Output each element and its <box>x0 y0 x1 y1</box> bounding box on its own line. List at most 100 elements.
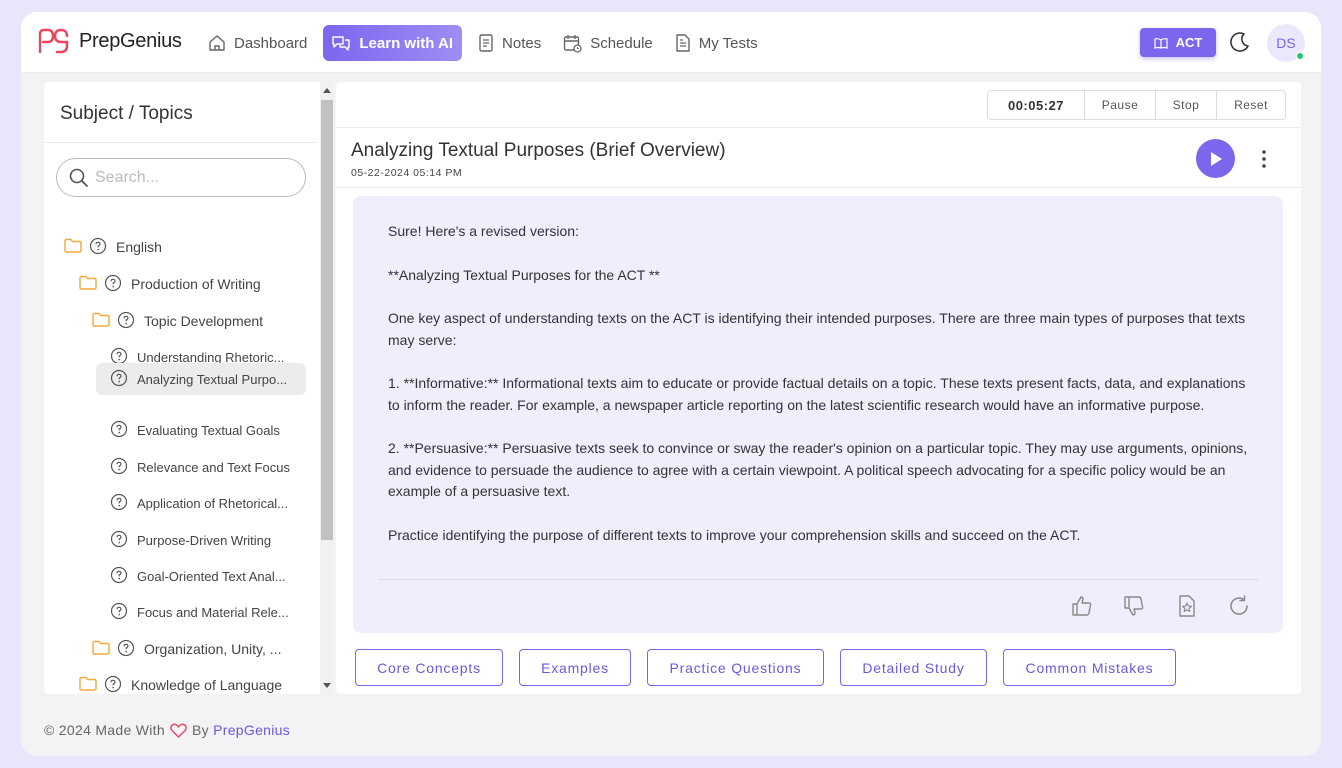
footer-brand-link[interactable]: PrepGenius <box>213 722 290 738</box>
topic-search <box>56 158 306 197</box>
tree-folder[interactable]: Topic Development <box>92 305 332 337</box>
brand-name: PrepGenius <box>79 29 182 52</box>
ai-response-text: Sure! Here's a revised version: **Analyz… <box>388 221 1258 568</box>
question-circle-icon <box>89 237 107 258</box>
folder-icon <box>92 640 110 658</box>
tree-folder[interactable]: Organization, Unity, ... <box>92 633 302 665</box>
scroll-up-arrow[interactable] <box>323 88 331 93</box>
nav-label: My Tests <box>698 34 758 52</box>
ai-response-card: Sure! Here's a revised version: **Analyz… <box>353 196 1283 633</box>
thumbs-up-button[interactable] <box>1070 594 1094 623</box>
stop-button[interactable]: Stop <box>1155 91 1216 119</box>
star-document-icon <box>1179 595 1195 617</box>
response-paragraph: One key aspect of understanding texts on… <box>388 310 1246 348</box>
tree-item-label: Focus and Material Rele... <box>137 604 289 620</box>
divider <box>336 187 1301 188</box>
nav-label: Dashboard <box>234 34 308 52</box>
nav-label: Learn with AI <box>359 34 454 52</box>
response-paragraph: Practice identifying the purpose of diff… <box>388 526 1081 543</box>
thumbs-up-icon <box>1072 596 1092 616</box>
page-footer: © 2024 Made With By PrepGenius <box>44 722 290 738</box>
topics-sidebar: Subject / Topics English Production of Wr… <box>44 82 334 694</box>
document-title: Analyzing Textual Purposes (Brief Overvi… <box>351 140 726 161</box>
moon-icon <box>1230 32 1249 52</box>
question-circle-icon <box>104 675 122 695</box>
tree-topic[interactable]: Focus and Material Rele... <box>110 596 306 628</box>
chat-icon <box>332 36 351 51</box>
tree-item-label: English <box>116 239 162 255</box>
exam-select-button[interactable]: ACT <box>1140 28 1216 57</box>
prepgenius-logo-icon <box>38 28 69 54</box>
nav-dashboard[interactable]: Dashboard <box>202 25 313 61</box>
nav-notes[interactable]: Notes <box>472 25 547 61</box>
top-header: PrepGenius Dashboard Learn with AI Notes… <box>21 12 1321 73</box>
chip-examples[interactable]: Examples <box>519 649 631 686</box>
sidebar-scrollbar[interactable] <box>320 82 334 694</box>
tree-topic[interactable]: Application of Rhetorical... <box>110 487 306 519</box>
tree-topic[interactable]: Purpose-Driven Writing <box>110 524 306 556</box>
play-audio-button[interactable] <box>1196 139 1235 178</box>
tree-item-label: Production of Writing <box>131 276 261 292</box>
question-circle-icon <box>110 493 128 514</box>
timer-value: 00:05:27 <box>1007 97 1065 113</box>
tree-item-label: Knowledge of Language <box>131 677 283 693</box>
save-note-button[interactable] <box>1175 594 1199 623</box>
regenerate-button[interactable] <box>1227 594 1251 623</box>
folder-icon <box>64 238 82 256</box>
search-input[interactable] <box>95 168 285 187</box>
online-status-dot <box>1296 52 1304 60</box>
response-paragraph: 1. **Informative:** Informational texts … <box>388 375 1246 413</box>
question-circle-icon <box>110 530 128 551</box>
tree-folder[interactable]: English <box>64 231 304 263</box>
question-circle-icon <box>117 639 135 660</box>
app-window: PrepGenius Dashboard Learn with AI Notes… <box>21 12 1321 756</box>
nav-my-tests[interactable]: My Tests <box>669 25 764 61</box>
book-icon <box>1154 37 1168 49</box>
more-options-button[interactable] <box>1261 149 1267 174</box>
tree-item-label: Application of Rhetorical... <box>137 495 289 511</box>
dark-mode-toggle[interactable] <box>1229 31 1251 58</box>
chip-detailed-study[interactable]: Detailed Study <box>840 649 987 686</box>
tree-topic[interactable]: Goal-Oriented Text Anal... <box>110 560 306 592</box>
footer-by: By <box>191 722 209 738</box>
sidebar-title: Subject / Topics <box>60 103 193 124</box>
folder-icon <box>92 312 110 330</box>
folder-icon <box>79 676 97 694</box>
divider <box>378 579 1258 580</box>
tree-item-label: Relevance and Text Focus <box>137 459 290 475</box>
kebab-menu-icon <box>1262 150 1266 168</box>
tree-folder[interactable]: Knowledge of Language <box>79 669 319 694</box>
follow-up-chips: Core Concepts Examples Practice Question… <box>355 649 1192 686</box>
notes-icon <box>479 34 493 52</box>
scrollbar-thumb[interactable] <box>321 100 333 540</box>
thumbs-down-button[interactable] <box>1122 594 1146 623</box>
question-circle-icon <box>110 369 128 390</box>
tree-item-label: Goal-Oriented Text Anal... <box>137 568 286 584</box>
nav-learn-with-ai[interactable]: Learn with AI <box>323 25 463 61</box>
response-paragraph: Sure! Here's a revised version: <box>388 223 579 239</box>
user-avatar[interactable]: DS <box>1267 24 1305 62</box>
chip-common-mistakes[interactable]: Common Mistakes <box>1003 649 1176 686</box>
question-circle-icon <box>110 420 128 441</box>
chip-practice-questions[interactable]: Practice Questions <box>647 649 824 686</box>
tree-topic[interactable]: Evaluating Textual Goals <box>110 414 306 446</box>
main-nav: Dashboard Learn with AI Notes Schedule M… <box>202 25 774 61</box>
search-icon <box>69 168 88 187</box>
chip-core-concepts[interactable]: Core Concepts <box>355 649 503 686</box>
pause-button[interactable]: Pause <box>1084 91 1155 119</box>
document-date: 05-22-2024 05:14 PM <box>351 167 463 179</box>
tree-topic[interactable]: Analyzing Textual Purpo... <box>96 363 306 395</box>
nav-label: Notes <box>502 34 542 52</box>
tree-item-label: Evaluating Textual Goals <box>137 422 280 438</box>
tree-item-label: Organization, Unity, ... <box>144 641 282 657</box>
brand-logo[interactable]: PrepGenius <box>38 28 182 54</box>
tree-topic[interactable]: Relevance and Text Focus <box>110 451 306 483</box>
avatar-initials: DS <box>1276 35 1296 51</box>
tree-item-label: Analyzing Textual Purpo... <box>137 371 288 387</box>
scroll-down-arrow[interactable] <box>323 683 331 688</box>
folder-icon <box>79 275 97 293</box>
nav-schedule[interactable]: Schedule <box>557 25 659 61</box>
question-circle-icon <box>110 602 128 623</box>
reset-button[interactable]: Reset <box>1216 91 1285 119</box>
tree-folder[interactable]: Production of Writing <box>79 268 319 300</box>
